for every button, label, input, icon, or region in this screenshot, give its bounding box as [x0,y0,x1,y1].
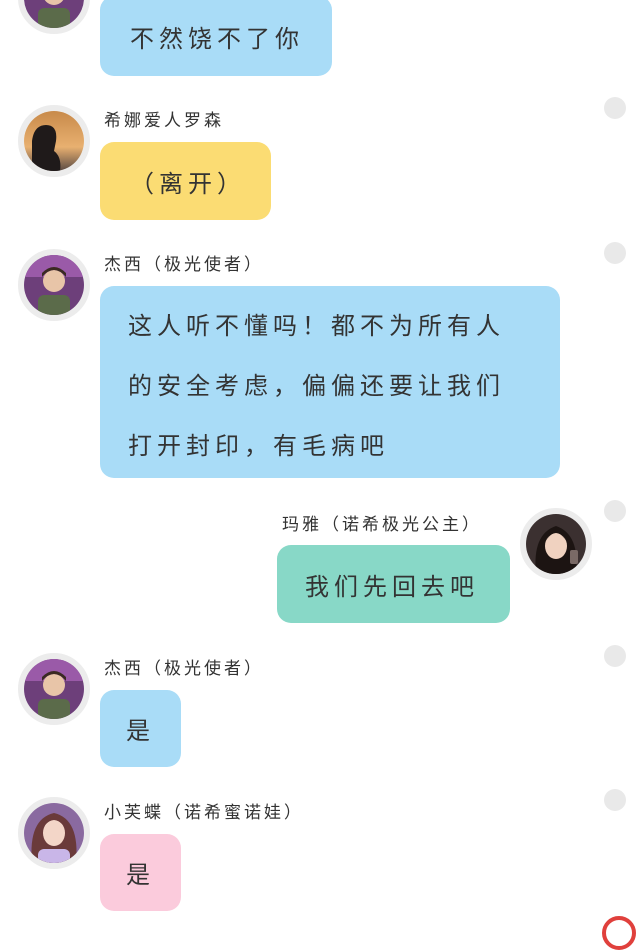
status-dot [604,242,626,264]
boy-avatar-icon [24,0,84,28]
sender-name: 杰西（极光使者） [104,659,264,679]
avatar[interactable] [18,249,90,321]
message-text: 是 [126,861,155,889]
floating-action-icon[interactable] [602,916,636,950]
avatar[interactable] [18,105,90,177]
girl-avatar-icon [526,514,586,574]
avatar[interactable] [520,508,592,580]
message-text: 我们先回去吧 [305,572,479,601]
status-dot [604,645,626,667]
message-bubble[interactable]: 不然饶不了你 [100,0,332,76]
sender-name: 小芙蝶（诺希蜜诺娃） [104,803,304,823]
sender-name: 希娜爱人罗森 [104,111,224,131]
status-dot [604,97,626,119]
message-bubble[interactable]: 是 [100,690,181,767]
sender-name: 玛雅（诺希极光公主） [282,515,482,535]
pink-hair-girl-avatar-icon [24,803,84,863]
message-bubble[interactable]: （离开） [100,142,271,220]
message-line: 这人听不懂吗！都不为所有人 [128,312,505,340]
message-bubble[interactable]: 是 [100,834,181,911]
message-text: 是 [126,717,155,745]
message-bubble[interactable]: 我们先回去吧 [277,545,510,623]
status-dot [604,500,626,522]
avatar[interactable] [18,0,90,34]
message-line: 的安全考虑，偏偏还要让我们 [128,372,505,400]
message-text: （离开） [130,169,246,198]
message-line: 打开封印，有毛病吧 [128,432,389,460]
sunset-silhouette-avatar-icon [24,111,84,171]
status-dot [604,789,626,811]
avatar[interactable] [18,797,90,869]
message-text: 不然饶不了你 [130,24,304,53]
message-bubble[interactable]: 这人听不懂吗！都不为所有人 的安全考虑，偏偏还要让我们 打开封印，有毛病吧 [100,286,560,478]
boy-avatar-icon [24,659,84,719]
avatar[interactable] [18,653,90,725]
sender-name: 杰西（极光使者） [104,255,264,275]
boy-avatar-icon [24,255,84,315]
